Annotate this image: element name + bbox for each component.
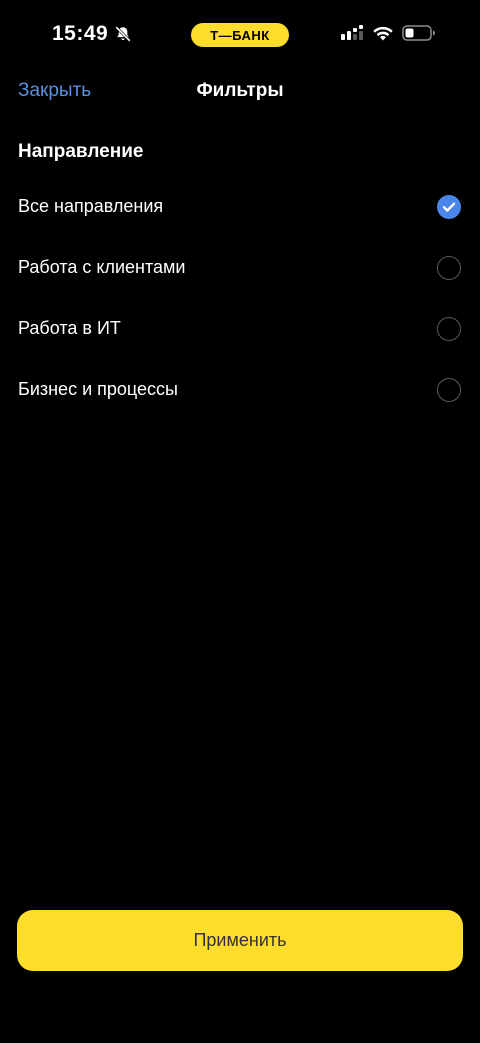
status-time: 15:49: [52, 22, 109, 45]
section-title: Направление: [18, 141, 144, 162]
bell-off-icon: [115, 26, 131, 42]
option-it-work[interactable]: Работа в ИТ: [0, 298, 480, 359]
option-label: Работа с клиентами: [18, 257, 186, 277]
radio-unchecked[interactable]: [437, 255, 461, 280]
filters-screen: 15:49 Т—БАНК Закрыть Фильтры Направление…: [0, 0, 480, 1043]
battery-icon: [402, 25, 435, 41]
option-all-directions[interactable]: Все направления: [0, 176, 480, 237]
option-client-work[interactable]: Работа с клиентами: [0, 237, 480, 298]
radio-unchecked[interactable]: [437, 377, 461, 402]
wifi-icon: [373, 26, 393, 41]
status-bar: 15:49 Т—БАНК: [0, 0, 480, 72]
radio-unchecked[interactable]: [437, 316, 461, 341]
apply-button[interactable]: Применить: [17, 910, 463, 971]
status-time-group: 15:49: [52, 22, 132, 46]
option-label: Бизнес и процессы: [18, 379, 178, 399]
close-button[interactable]: Закрыть: [18, 80, 91, 102]
carrier-badge: Т—БАНК: [191, 23, 289, 47]
nav-bar: Закрыть Фильтры: [0, 72, 480, 112]
signal-icon: [341, 25, 363, 40]
option-label: Работа в ИТ: [18, 318, 121, 338]
option-business-processes[interactable]: Бизнес и процессы: [0, 359, 480, 420]
option-label: Все направления: [18, 196, 164, 216]
direction-options-list: Все направления Работа с клиентами Работ…: [0, 176, 480, 420]
radio-checked[interactable]: [437, 194, 461, 219]
checkmark-icon: [442, 202, 456, 212]
status-icons: [340, 24, 436, 42]
